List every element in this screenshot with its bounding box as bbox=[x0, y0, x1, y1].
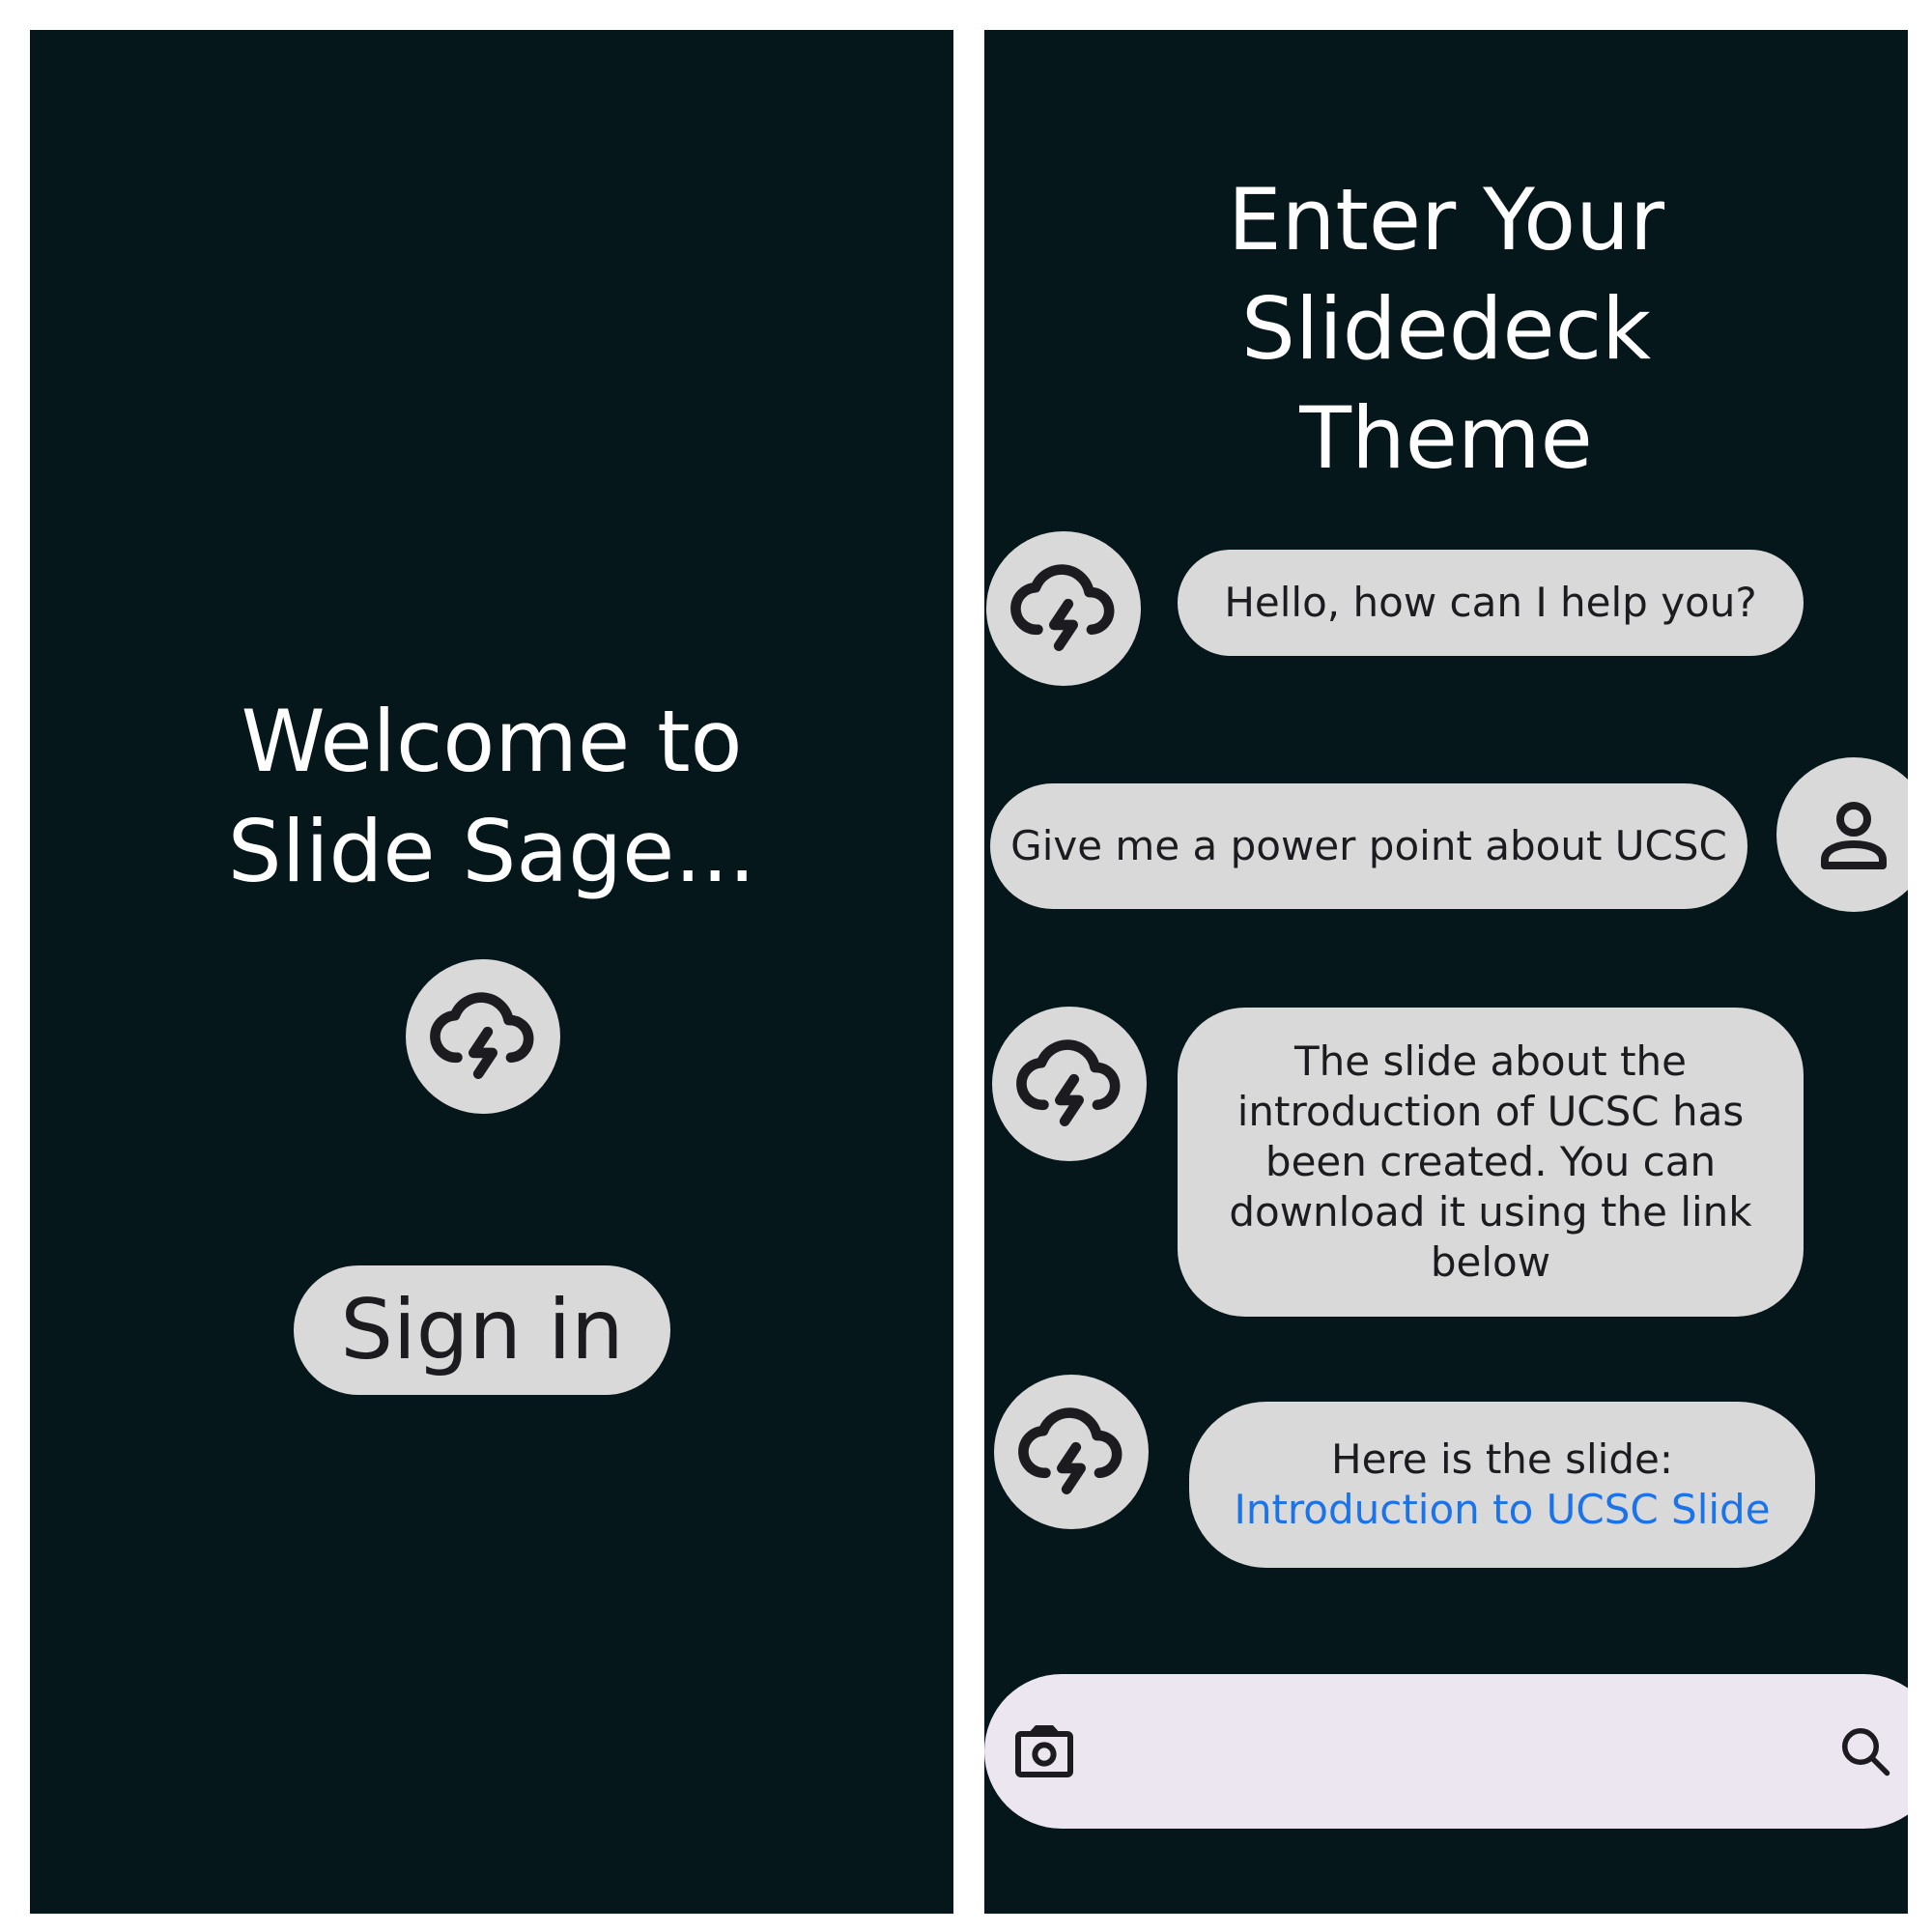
bot-message-bubble: The slide about the introduction of UCSC… bbox=[1178, 1008, 1804, 1317]
app-logo bbox=[406, 959, 560, 1114]
search-icon bbox=[1842, 1728, 1890, 1776]
bot-message-bubble: Here is the slide: Introduction to UCSC … bbox=[1189, 1402, 1815, 1568]
cloud-lightning-icon bbox=[430, 992, 534, 1079]
slide-download-link[interactable]: Introduction to UCSC Slide bbox=[1234, 1485, 1770, 1535]
search-button[interactable] bbox=[1831, 1717, 1900, 1786]
page-title: Enter Your Slidedeck Theme bbox=[1227, 170, 1665, 488]
bot-avatar bbox=[994, 1375, 1149, 1529]
bot-avatar bbox=[992, 1007, 1147, 1161]
welcome-screen: Welcome to Slide Sage... Sign in bbox=[30, 30, 953, 1914]
cloud-lightning-icon bbox=[1010, 564, 1115, 651]
message-text: The slide about the introduction of UCSC… bbox=[1229, 1037, 1752, 1286]
message-text: Hello, how can I help you? bbox=[1224, 579, 1757, 626]
cloud-lightning-icon bbox=[1016, 1039, 1121, 1126]
bot-avatar bbox=[986, 531, 1141, 686]
user-avatar[interactable] bbox=[1776, 757, 1908, 912]
welcome-title: Welcome to Slide Sage... bbox=[227, 692, 756, 901]
camera-icon bbox=[1015, 1725, 1073, 1777]
chat-screen: Enter Your Slidedeck Theme Hello, how ca… bbox=[984, 30, 1908, 1914]
message-text: Give me a power point about UCSC bbox=[1010, 822, 1727, 869]
person-icon bbox=[1821, 802, 1887, 869]
search-input[interactable] bbox=[1100, 1713, 1780, 1792]
message-text: Here is the slide: bbox=[1330, 1435, 1673, 1483]
user-message-bubble: Give me a power point about UCSC bbox=[990, 783, 1747, 909]
search-bar bbox=[984, 1674, 1908, 1829]
bot-message-bubble: Hello, how can I help you? bbox=[1178, 550, 1804, 656]
camera-button[interactable] bbox=[1006, 1713, 1083, 1790]
cloud-lightning-icon bbox=[1018, 1407, 1122, 1494]
sign-in-button[interactable]: Sign in bbox=[294, 1265, 670, 1395]
